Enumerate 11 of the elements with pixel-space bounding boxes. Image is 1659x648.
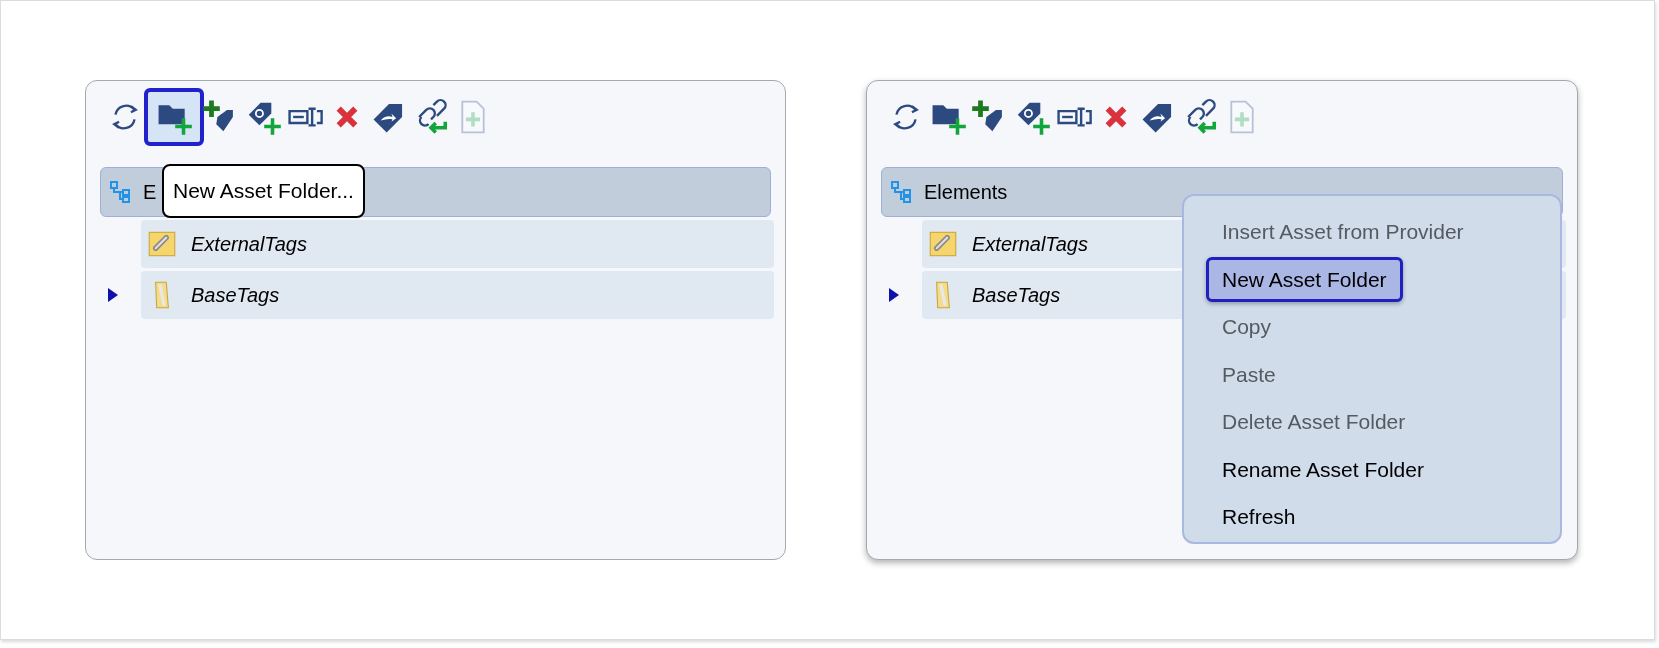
hierarchy-icon [109,180,133,204]
menu-item[interactable]: Refresh [1222,501,1296,533]
collapsed-arrow-icon[interactable] [888,288,899,302]
menu-item[interactable]: Rename Asset Folder [1222,453,1424,485]
collapsed-arrow-icon[interactable] [107,288,118,302]
tooltip: New Asset Folder... [162,164,365,218]
tree-item[interactable]: BaseTags [141,271,774,319]
menu-item[interactable]: New Asset Folder [1206,256,1403,302]
tree-item[interactable]: ExternalTags [141,220,774,268]
hierarchy-icon [890,180,914,204]
toolbar-button[interactable] [144,88,204,146]
